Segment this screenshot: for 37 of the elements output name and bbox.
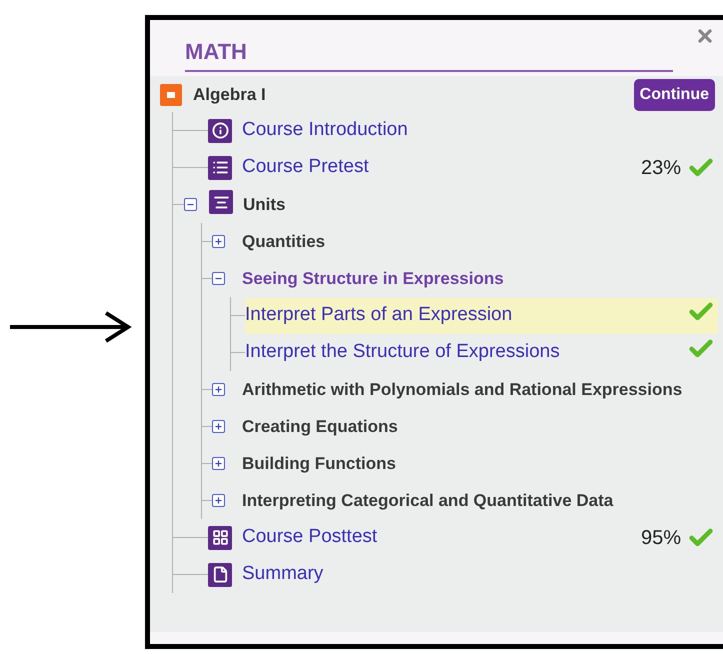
unit-title[interactable]: Seeing Structure in Expressions (242, 260, 688, 297)
unit-title[interactable]: Arithmetic with Polynomials and Rational Expressions (242, 371, 688, 408)
course-link[interactable]: Course Posttest (242, 523, 378, 552)
expand-button[interactable] (212, 383, 225, 396)
lesson-link[interactable]: Interpret the Structure of Expressions (245, 338, 560, 367)
lesson-row[interactable]: Interpret the Structure of Expressions (245, 334, 718, 370)
plus-icon (214, 459, 223, 468)
lesson-link[interactable]: Interpret Parts of an Expression (245, 301, 512, 330)
collapse-button[interactable] (212, 272, 225, 285)
course-link[interactable]: Summary (242, 560, 324, 589)
plus-icon (214, 237, 223, 246)
unit-title[interactable]: Interpreting Categorical and Quantitative Data (242, 482, 688, 519)
score-text: 23% (640, 156, 681, 180)
expand-button[interactable] (212, 235, 225, 248)
panel-title: MATH (185, 38, 673, 72)
unit-title[interactable]: Building Functions (242, 445, 688, 482)
grid-icon (208, 526, 232, 550)
expand-button[interactable] (212, 420, 225, 433)
document-icon (208, 562, 232, 586)
collapse-button[interactable] (184, 198, 197, 211)
continue-button[interactable]: Continue (634, 79, 715, 111)
score-text: 95% (640, 526, 681, 550)
unit-title[interactable]: Quantities (242, 223, 688, 260)
unit-title[interactable]: Creating Equations (242, 408, 688, 445)
course-link[interactable]: Course Introduction (242, 116, 408, 145)
course-title: Algebra I (193, 84, 266, 106)
expand-button[interactable] (212, 457, 225, 470)
list-icon (208, 156, 232, 180)
info-icon (208, 118, 232, 142)
lesson-row[interactable]: Interpret Parts of an Expression (245, 298, 718, 334)
course-link[interactable]: Course Pretest (242, 153, 369, 182)
plus-icon (214, 422, 223, 431)
lines-icon (209, 190, 233, 214)
expand-button[interactable] (212, 494, 225, 507)
plus-icon (214, 385, 223, 394)
plus-icon (214, 496, 223, 505)
tree-folder-label[interactable]: Units (243, 192, 286, 218)
